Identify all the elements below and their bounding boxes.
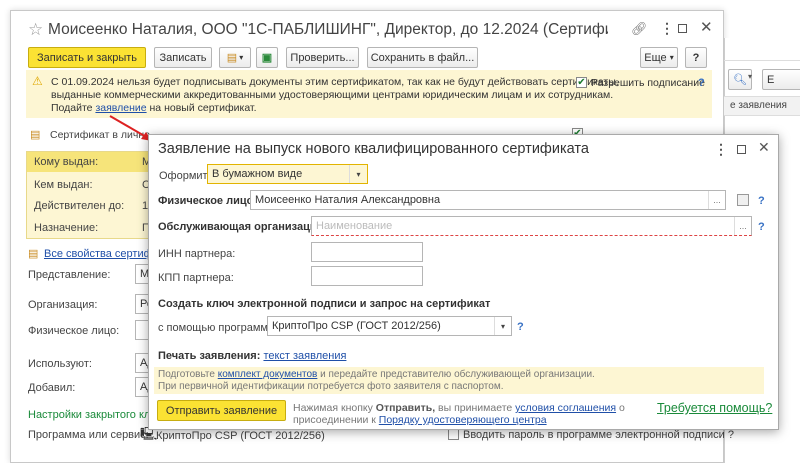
kpp-label: КПП партнера: (158, 272, 234, 284)
dialog-more-icon[interactable]: ⋮ (714, 141, 728, 158)
right-e-label: Е (767, 73, 775, 86)
check-button[interactable]: Проверить... (286, 47, 359, 68)
agreement-line2: присоединении к Порядку удостоверяющего … (293, 414, 547, 426)
allow-sign-help[interactable]: ? (698, 77, 705, 89)
note1-pre: Подготовьте (158, 369, 218, 380)
agree2-pre: присоединении к (293, 414, 379, 426)
warning-line1: С 01.09.2024 нельзя будет подписывать до… (51, 76, 619, 88)
right-panel-line (724, 60, 800, 61)
maximize-icon[interactable] (678, 24, 687, 33)
window-title: Моисеенко Наталия, ООО "1С-ПАБЛИШИНГ", Д… (48, 21, 608, 38)
form-select-dropdown[interactable]: ▾ (349, 165, 367, 183)
more-vert-icon[interactable]: ⋮ (660, 20, 674, 37)
star-icon[interactable]: ☆ (28, 20, 43, 40)
warning-line2: выданные коммерческими аккредитованными … (51, 89, 614, 101)
dialog-close-icon[interactable]: ✕ (758, 139, 770, 156)
person-open-icon[interactable] (737, 194, 749, 206)
note-line1: Подготовьте комплект документов и переда… (158, 369, 595, 380)
help-button[interactable]: ? (685, 47, 707, 68)
print-row: Печать заявления: текст заявления (158, 350, 346, 362)
dialog-title: Заявление на выпуск нового квалифицирова… (158, 141, 589, 157)
more-button[interactable]: Еще ▾ (640, 47, 678, 68)
right-search-dropdown[interactable]: ▾ (748, 72, 752, 81)
person-select-button[interactable]: ... (708, 191, 725, 209)
search-icon: 🔍︎ (733, 74, 747, 86)
program-select[interactable]: КриптоПро CSP (ГОСТ 2012/256) (267, 316, 512, 336)
issued-to-label: Кому выдан: (34, 156, 99, 168)
print-label: Печать заявления: (158, 350, 261, 362)
password-check-label: Вводить пароль в программе электронной п… (463, 429, 734, 441)
purpose-label: Назначение: (34, 222, 99, 234)
document-icon: ▤ (226, 52, 238, 64)
person-field-input[interactable]: Моисеенко Наталия Александровна (250, 190, 726, 210)
save-file-button[interactable]: Сохранить в файл... (367, 47, 478, 68)
right-e-button[interactable]: Е (762, 69, 800, 90)
person-help[interactable]: ? (758, 195, 765, 207)
link-icon[interactable]: 🔗︎ (631, 21, 648, 37)
save-close-button[interactable]: Записать и закрыть (28, 47, 146, 68)
program-label: Программа или сервис: (28, 429, 149, 441)
close-icon[interactable]: ✕ (700, 18, 713, 36)
agree-bold: Отправить, (375, 402, 436, 414)
program-select-dropdown[interactable]: ▾ (494, 317, 511, 335)
dialog-maximize-icon[interactable] (737, 145, 746, 154)
note-line2: При первичной идентификации потребуется … (158, 381, 504, 392)
documents-link[interactable]: комплект документов (218, 369, 318, 380)
warning-line3-pre: Подайте (51, 102, 96, 114)
form-select-value: В бумажном виде (212, 168, 303, 180)
agreement-line1: Нажимая кнопку Отправить, вы принимаете … (293, 402, 625, 414)
properties-icon: ▤ (28, 248, 39, 260)
org-label: Организация: (28, 299, 98, 311)
program-select-value: КриптоПро CSP (ГОСТ 2012/256) (272, 320, 441, 332)
allow-sign-checkbox[interactable]: ✔ (576, 77, 587, 88)
org-field-input[interactable]: Наименование (311, 216, 752, 236)
warning-icon: ⚠ (32, 74, 43, 88)
print-link[interactable]: текст заявления (263, 350, 346, 362)
person-field-label: Физическое лицо: (158, 195, 258, 207)
org-help[interactable]: ? (758, 221, 765, 233)
print-button[interactable]: ▣ (256, 47, 278, 68)
agree-pre: Нажимая кнопку (293, 402, 376, 414)
warning-line3-post: на новый сертификат. (146, 102, 257, 114)
send-application-button[interactable]: Отправить заявление (157, 400, 286, 421)
agreement-terms-link[interactable]: условия соглашения (515, 402, 616, 414)
section-title: Создать ключ электронной подписи и запро… (158, 298, 491, 310)
ca-procedure-link[interactable]: Порядку удостоверяющего центра (379, 414, 547, 426)
person-label: Физическое лицо: (28, 325, 120, 337)
kpp-input[interactable] (311, 266, 423, 286)
note1-post: и передайте представителю обслуживающей … (317, 369, 595, 380)
valid-to-label: Действителен до: (34, 200, 125, 212)
program-value: КриптоПро CSP (ГОСТ 2012/256) (156, 430, 325, 442)
inn-input[interactable] (311, 242, 423, 262)
save-button[interactable]: Записать (154, 47, 212, 68)
form-select[interactable]: В бумажном виде (207, 164, 368, 184)
program-help[interactable]: ? (517, 321, 524, 333)
right-panel-text: е заявления (730, 100, 787, 111)
program-field-label: с помощью программы: (158, 322, 279, 334)
inn-label: ИНН партнера: (158, 248, 236, 260)
repr-label: Представление: (28, 269, 111, 281)
closed-key-label: Настройки закрытого ключа (28, 409, 150, 421)
more-label: Еще (644, 51, 667, 64)
org-placeholder: Наименование (316, 220, 393, 232)
org-field-label: Обслуживающая организация: (158, 221, 327, 233)
allow-sign-label: Разрешить подписание (591, 77, 705, 89)
used-by-label: Используют: (28, 358, 92, 370)
agree-post: о (616, 402, 625, 414)
password-checkbox[interactable] (448, 429, 459, 440)
help-link[interactable]: Требуется помощь? (657, 401, 772, 415)
org-select-button[interactable]: ... (734, 217, 751, 235)
issued-by-label: Кем выдан: (34, 179, 93, 191)
added-by-label: Добавил: (28, 382, 76, 394)
agree-mid: вы принимаете (435, 402, 516, 414)
cert-icon: ▤ (30, 129, 41, 141)
green-doc-icon: ▣ (261, 52, 273, 64)
attach-button[interactable]: ▤ ▾ (219, 47, 251, 68)
